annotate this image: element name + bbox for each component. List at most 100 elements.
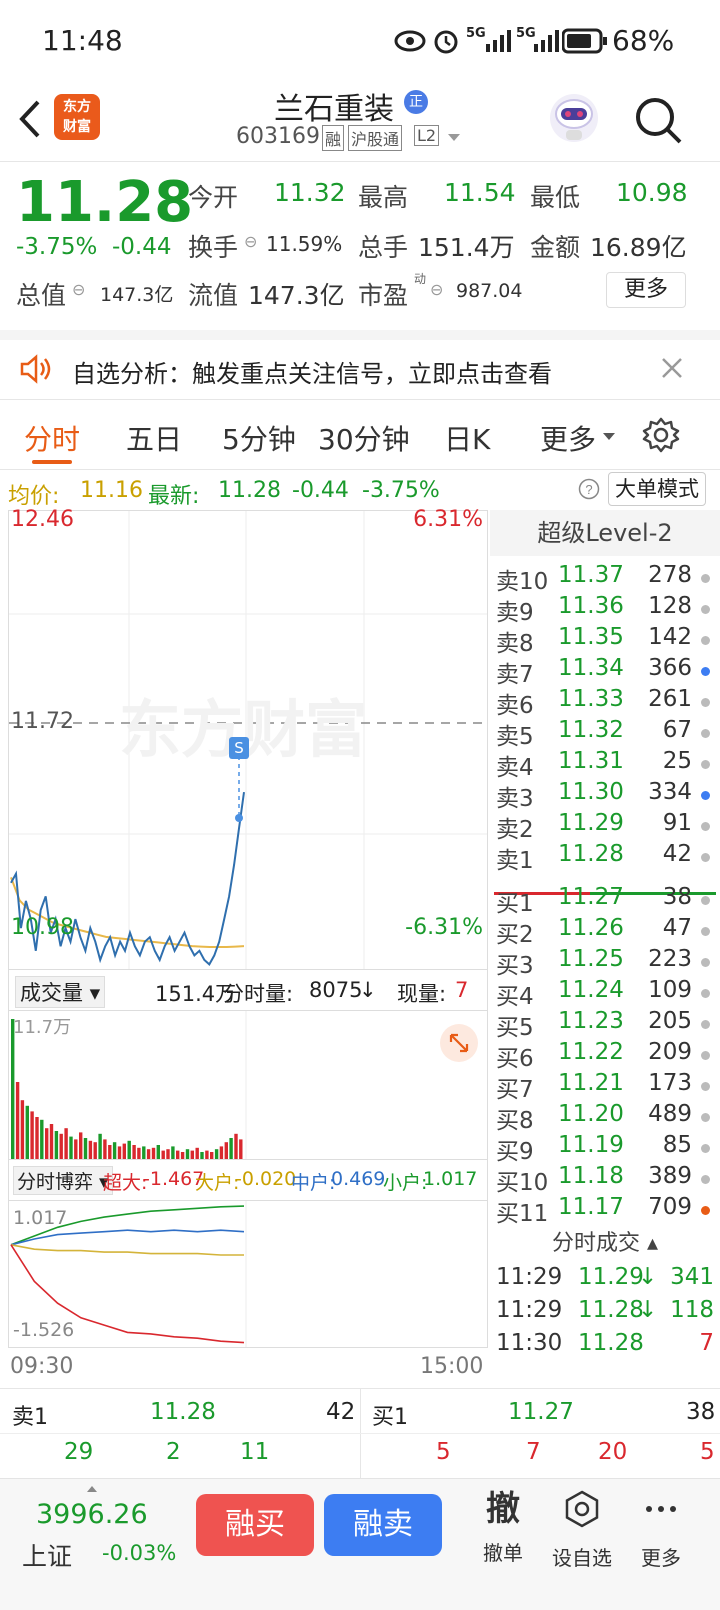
tab-30min[interactable]: 30分钟 [318,418,410,458]
intraday-chart[interactable]: 东方财富 12.46 6.31% 11.72 10.98 -6.31% S [8,507,488,970]
gear-icon[interactable] [642,416,680,454]
trades-header[interactable]: 分时成交 ▴ [490,1226,720,1262]
volume-selector[interactable]: 成交量 ▾ [15,976,106,1008]
volume-bar [195,1147,199,1159]
sell-level-label: 卖9 [496,600,534,626]
buy-order-row[interactable]: 买8 11.20 489 [490,1101,720,1134]
signal-flag[interactable]: S [229,737,249,759]
info-icon-2[interactable]: ⊖ [72,280,85,299]
buy-level-label: 买1 [496,891,534,917]
sell-order-row[interactable]: 卖1 11.28 42 [490,841,720,874]
flow-selector[interactable]: 分时博弈 ▾ [13,1166,113,1195]
robot-assistant-icon[interactable] [548,90,600,146]
large-value: -0.020 [235,1168,297,1190]
info-icon[interactable]: ⊖ [244,232,257,251]
large-flow-line [10,1244,244,1256]
search-icon[interactable] [632,94,684,146]
volume-bar [224,1142,228,1159]
buy-level-volume: 38 [662,884,692,910]
volume-bar [229,1138,233,1159]
speaker-icon [20,354,51,384]
sell-level-price: 11.31 [558,748,624,774]
index-percent: -0.03% [102,1541,177,1565]
high-value: 11.54 [444,178,516,207]
sell-order-row[interactable]: 卖8 11.35 142 [490,624,720,657]
signal-point [235,814,243,822]
buy-level-price: 11.26 [558,915,624,941]
buy-level-price: 11.27 [558,884,624,910]
sell-order-row[interactable]: 卖7 11.34 366 [490,655,720,688]
tab-intraday[interactable]: 分时 [24,418,80,458]
volume-bar [88,1140,93,1159]
dropdown-icon[interactable] [446,132,462,144]
add-watchlist-tool[interactable]: 设自选 [542,1489,622,1571]
back-arrow-icon[interactable] [14,98,44,140]
buy-level-label: 买2 [496,922,534,948]
volume-bar [40,1119,44,1159]
help-icon[interactable]: ? [578,478,600,500]
expand-icon[interactable] [439,1023,479,1063]
volume-bar [20,1100,25,1159]
sell-order-row[interactable]: 卖6 11.33 261 [490,686,720,719]
current-price: 11.28 [16,170,194,235]
buy-order-row[interactable]: 买6 11.22 209 [490,1039,720,1072]
margin-buy-button[interactable]: 融买 [196,1494,314,1556]
buy-order-row[interactable]: 买2 11.26 47 [490,915,720,948]
tab-five-day[interactable]: 五日 [126,418,182,458]
buy-queue-item: 5 [700,1439,715,1465]
more-tool[interactable]: 更多 [626,1489,696,1571]
summary-panel: 卖1 11.28 42 买1 11.27 38 29 2 11 5 7 20 5 [0,1388,720,1479]
min-volume-label: 分时量: [223,982,294,1006]
tab-daily-k[interactable]: 日K [444,418,490,458]
flow-max-label: 1.017 [13,1207,68,1229]
volume-bar [103,1139,107,1159]
tab-more[interactable]: 更多 [540,418,596,458]
sell-queue-item: 2 [166,1439,181,1465]
summary-sell-price: 11.28 [150,1399,216,1425]
buy-order-row[interactable]: 买5 11.23 205 [490,1008,720,1041]
buy-order-row[interactable]: 买10 11.18 389 [490,1163,720,1196]
volume-max-label: 11.7万 [13,1017,72,1038]
mid-label: 中户: [291,1172,336,1194]
buy-order-row[interactable]: 买4 11.24 109 [490,977,720,1010]
sell-order-row[interactable]: 卖9 11.36 128 [490,593,720,626]
info-icon-3[interactable]: ⊖ [430,280,443,299]
alert-banner[interactable]: 自选分析：触发重点关注信号，立即点击查看 [0,330,720,400]
cancel-order-tool[interactable]: 撤 撤单 [468,1489,538,1566]
buy-order-row[interactable]: 买7 11.21 173 [490,1070,720,1103]
volume-bar [108,1145,112,1159]
sell-order-row[interactable]: 卖2 11.29 91 [490,810,720,843]
more-quote-button[interactable]: 更多 [606,272,686,308]
volume-header: 成交量 ▾ 151.4万 分时量: 8075 ↓ 现量: 7 [8,970,488,1010]
float-value: 147.3亿 [248,281,345,310]
buy-order-row[interactable]: 买11 11.17 709 [490,1194,720,1227]
buy-order-row[interactable]: 买9 11.19 85 [490,1132,720,1165]
large-order-mode-button[interactable]: 大单模式 [608,472,706,506]
close-icon[interactable] [660,356,684,380]
buy-order-row[interactable]: 买1 11.27 38 [490,884,720,917]
sell-order-row[interactable]: 卖10 11.37 278 [490,562,720,595]
y-mid-label: 11.72 [11,709,74,734]
sell-level-price: 11.29 [558,810,624,836]
status-dot-icon [701,667,710,676]
trade-price: 11.28 [578,1297,644,1323]
level2-title[interactable]: 超级Level-2 [490,510,720,556]
sell-order-row[interactable]: 卖5 11.32 67 [490,717,720,750]
volume-value: 151.4万 [418,233,515,262]
network-label-1: 5G [466,26,486,41]
summary-sell-vol: 42 [326,1399,356,1425]
tab-5min[interactable]: 5分钟 [222,418,296,458]
buy-level-price: 11.21 [558,1070,624,1096]
volume-bar [112,1142,117,1159]
index-name[interactable]: 上证 [22,1537,72,1573]
app-logo[interactable]: 东方 财富 [54,94,100,140]
buy-queue-item: 20 [598,1439,628,1465]
volume-bar [214,1149,219,1159]
status-dot-icon [701,574,710,583]
margin-sell-button[interactable]: 融卖 [324,1494,442,1556]
sell-order-row[interactable]: 卖3 11.30 334 [490,779,720,812]
buy-level-label: 买4 [496,984,534,1010]
index-value[interactable]: 3996.26 [36,1499,148,1530]
buy-order-row[interactable]: 买3 11.25 223 [490,946,720,979]
sell-order-row[interactable]: 卖4 11.31 25 [490,748,720,781]
